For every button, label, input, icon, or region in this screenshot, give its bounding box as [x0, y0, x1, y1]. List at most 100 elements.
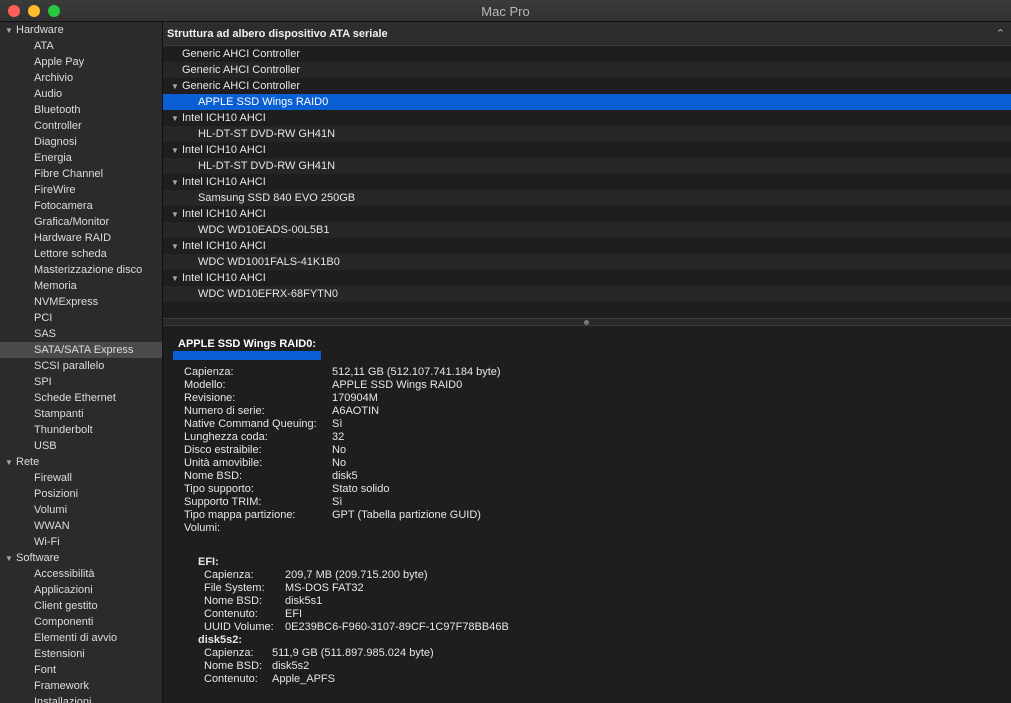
sidebar-item-fibre-channel[interactable]: Fibre Channel	[0, 166, 162, 182]
tree-row[interactable]: WDC WD10EADS-00L5B1	[163, 222, 1011, 238]
tree-row[interactable]: WDC WD10EFRX-68FYTN0	[163, 286, 1011, 302]
tree-row[interactable]: ▼ Intel ICH10 AHCI	[163, 270, 1011, 286]
sidebar-section-software[interactable]: ▼ Software	[0, 550, 162, 566]
sidebar-section-rete[interactable]: ▼ Rete	[0, 454, 162, 470]
sidebar-item-diagnosi[interactable]: Diagnosi	[0, 134, 162, 150]
sidebar-item-font[interactable]: Font	[0, 662, 162, 678]
detail-key: Numero di serie:	[184, 405, 265, 417]
sidebar-item-framework[interactable]: Framework	[0, 678, 162, 694]
disclosure-triangle-icon[interactable]: ▼	[171, 143, 182, 159]
sidebar-item-applicazioni[interactable]: Applicazioni	[0, 582, 162, 598]
sidebar-section-hardware[interactable]: ▼ Hardware	[0, 22, 162, 38]
sidebar-item-firewall[interactable]: Firewall	[0, 470, 162, 486]
disclosure-triangle-icon[interactable]: ▼	[5, 23, 16, 39]
sidebar-item-bluetooth[interactable]: Bluetooth	[0, 102, 162, 118]
disclosure-triangle-icon[interactable]: ▼	[5, 551, 16, 567]
detail-value: A6AOTIN	[332, 405, 380, 417]
sidebar-item-pci[interactable]: PCI	[0, 310, 162, 326]
tree-row-label: Intel ICH10 AHCI	[182, 208, 266, 220]
tree-row[interactable]: HL-DT-ST DVD-RW GH41N	[163, 126, 1011, 142]
main-panel: Struttura ad albero dispositivo ATA seri…	[163, 22, 1011, 703]
tree-row[interactable]: ▼ Intel ICH10 AHCI	[163, 142, 1011, 158]
disclosure-triangle-icon[interactable]: ▼	[171, 271, 182, 287]
volume-key: UUID Volume:	[204, 621, 274, 633]
tree-row[interactable]: ▼ Intel ICH10 AHCI	[163, 206, 1011, 222]
volume-value: MS-DOS FAT32	[285, 582, 364, 594]
sidebar-item-volumi[interactable]: Volumi	[0, 502, 162, 518]
tree-row[interactable]: Generic AHCI Controller	[163, 46, 1011, 62]
sidebar-item-stampanti[interactable]: Stampanti	[0, 406, 162, 422]
sidebar-item-nvmexpress[interactable]: NVMExpress	[0, 294, 162, 310]
volume-value: Apple_APFS	[272, 673, 335, 685]
sidebar-item-wi-fi[interactable]: Wi-Fi	[0, 534, 162, 550]
split-view-divider[interactable]	[163, 318, 1011, 326]
tree-row-label: APPLE SSD Wings RAID0	[198, 96, 329, 108]
sidebar-item-client-gestito[interactable]: Client gestito	[0, 598, 162, 614]
sidebar-item-memoria[interactable]: Memoria	[0, 278, 162, 294]
sidebar-section-label: Hardware	[16, 24, 64, 36]
sidebar-item-posizioni[interactable]: Posizioni	[0, 486, 162, 502]
volume-value: 0E239BC6-F960-3107-89CF-1C97F78BB46B	[285, 621, 509, 633]
sidebar-item-masterizzazione-disco[interactable]: Masterizzazione disco	[0, 262, 162, 278]
detail-key: Disco estraibile:	[184, 444, 262, 456]
tree-row[interactable]: ▼ Intel ICH10 AHCI	[163, 174, 1011, 190]
detail-value: 32	[332, 431, 345, 443]
title-bar: Mac Pro	[0, 0, 1011, 22]
tree-header[interactable]: Struttura ad albero dispositivo ATA seri…	[163, 22, 1011, 46]
disclosure-triangle-icon[interactable]: ▼	[171, 207, 182, 223]
sidebar-item-grafica-monitor[interactable]: Grafica/Monitor	[0, 214, 162, 230]
detail-value: disk5	[332, 470, 358, 482]
sidebar-item-thunderbolt[interactable]: Thunderbolt	[0, 422, 162, 438]
disclosure-triangle-icon[interactable]: ▼	[171, 111, 182, 127]
sidebar-item-firewire[interactable]: FireWire	[0, 182, 162, 198]
volume-name: disk5s2:	[198, 634, 243, 646]
sidebar-item-sata-sata-express[interactable]: SATA/SATA Express	[0, 342, 162, 358]
sidebar-item-lettore-scheda[interactable]: Lettore scheda	[0, 246, 162, 262]
tree-row-label: Intel ICH10 AHCI	[182, 112, 266, 124]
chevron-up-icon[interactable]: ⌃	[996, 22, 1005, 46]
sidebar-item-ata[interactable]: ATA	[0, 38, 162, 54]
disclosure-triangle-icon[interactable]: ▼	[5, 455, 16, 471]
sidebar-item-usb[interactable]: USB	[0, 438, 162, 454]
sidebar-item-apple-pay[interactable]: Apple Pay	[0, 54, 162, 70]
details-title: APPLE SSD Wings RAID0:	[178, 338, 317, 350]
tree-row[interactable]: ▼ Intel ICH10 AHCI	[163, 110, 1011, 126]
sidebar-item-componenti[interactable]: Componenti	[0, 614, 162, 630]
detail-value: APPLE SSD Wings RAID0	[332, 379, 463, 391]
tree-row[interactable]: WDC WD1001FALS-41K1B0	[163, 254, 1011, 270]
sidebar-item-elementi-di-avvio[interactable]: Elementi di avvio	[0, 630, 162, 646]
divider-handle-icon[interactable]	[584, 320, 589, 325]
sidebar-item-sas[interactable]: SAS	[0, 326, 162, 342]
sidebar-item-schede-ethernet[interactable]: Schede Ethernet	[0, 390, 162, 406]
tree-row-label: WDC WD10EFRX-68FYTN0	[198, 288, 338, 300]
disclosure-triangle-icon[interactable]: ▼	[171, 175, 182, 191]
sidebar-item-spi[interactable]: SPI	[0, 374, 162, 390]
volume-value: 209,7 MB (209.715.200 byte)	[285, 569, 428, 581]
tree-row[interactable]: Generic AHCI Controller	[163, 62, 1011, 78]
sidebar-item-scsi-parallelo[interactable]: SCSI parallelo	[0, 358, 162, 374]
sidebar-item-hardware-raid[interactable]: Hardware RAID	[0, 230, 162, 246]
tree-row[interactable]: HL-DT-ST DVD-RW GH41N	[163, 158, 1011, 174]
sidebar-item-estensioni[interactable]: Estensioni	[0, 646, 162, 662]
detail-key: Unità amovibile:	[184, 457, 263, 469]
sidebar-item-wwan[interactable]: WWAN	[0, 518, 162, 534]
tree-row-label: Intel ICH10 AHCI	[182, 240, 266, 252]
sidebar-item-archivio[interactable]: Archivio	[0, 70, 162, 86]
tree-header-label: Struttura ad albero dispositivo ATA seri…	[167, 28, 388, 40]
disclosure-triangle-icon[interactable]: ▼	[171, 239, 182, 255]
tree-row[interactable]: APPLE SSD Wings RAID0	[163, 94, 1011, 110]
tree-row[interactable]: ▼ Generic AHCI Controller	[163, 78, 1011, 94]
disclosure-triangle-icon[interactable]: ▼	[171, 79, 182, 95]
details-title-underline	[173, 351, 321, 360]
sidebar-item-controller[interactable]: Controller	[0, 118, 162, 134]
tree-row[interactable]: Samsung SSD 840 EVO 250GB	[163, 190, 1011, 206]
sidebar-item-audio[interactable]: Audio	[0, 86, 162, 102]
sidebar-item-energia[interactable]: Energia	[0, 150, 162, 166]
tree-row[interactable]: ▼ Intel ICH10 AHCI	[163, 238, 1011, 254]
sidebar-item-accessibilit[interactable]: Accessibilità	[0, 566, 162, 582]
sidebar-item-fotocamera[interactable]: Fotocamera	[0, 198, 162, 214]
detail-key: Nome BSD:	[184, 470, 243, 482]
detail-key: Supporto TRIM:	[184, 496, 262, 508]
sidebar-item-installazioni[interactable]: Installazioni	[0, 694, 162, 703]
detail-value: Sì	[332, 418, 343, 430]
